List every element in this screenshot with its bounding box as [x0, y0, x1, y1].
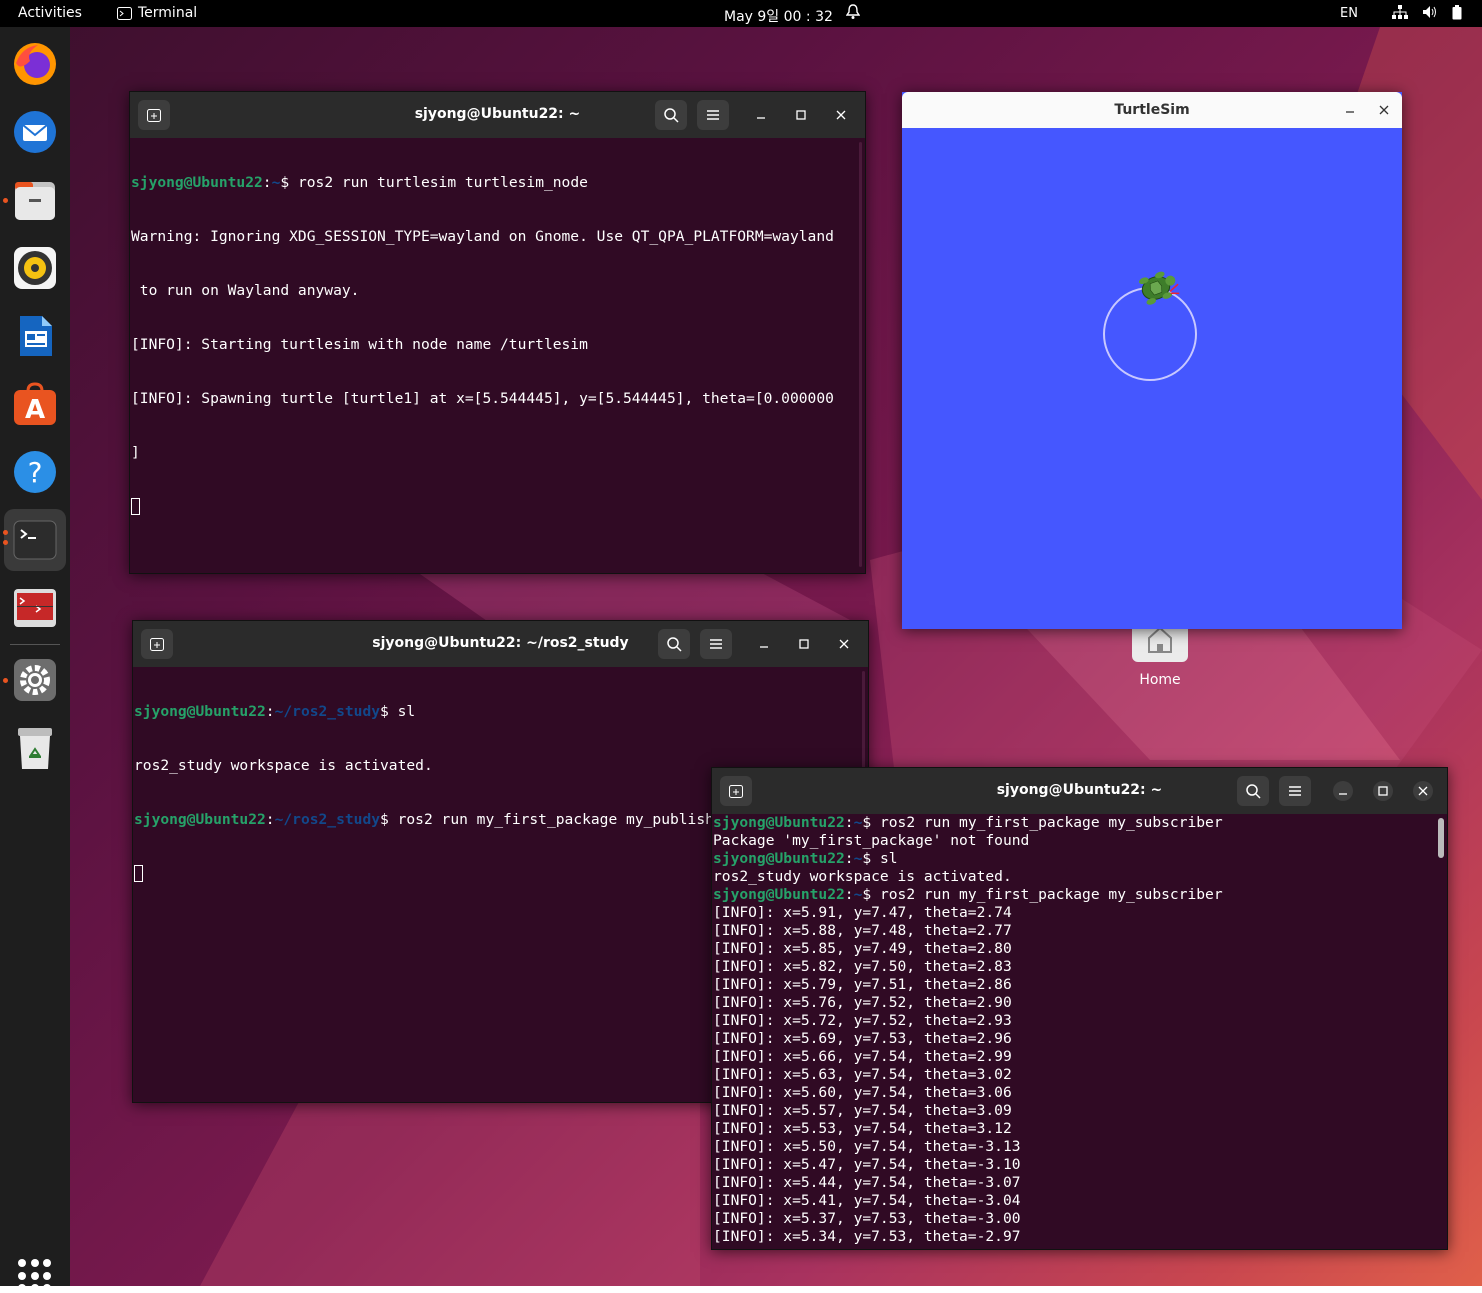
- terminal-line: [INFO]: x=5.63, y=7.54, theta=3.02: [713, 1066, 1012, 1083]
- terminal-icon: [117, 6, 132, 20]
- show-apps-button[interactable]: [18, 1259, 52, 1293]
- dock-separator: [10, 644, 60, 645]
- firefox-icon[interactable]: [12, 41, 58, 87]
- minimize-button[interactable]: [751, 105, 771, 125]
- terminal-line: ]: [131, 444, 140, 461]
- terminal-line: sjyong@Ubuntu22:~$ ros2 run my_first_pac…: [713, 814, 1223, 831]
- rhythmbox-icon[interactable]: [12, 245, 58, 291]
- window-title: TurtleSim: [1114, 102, 1190, 118]
- terminal-line: sjyong@Ubuntu22:~$ ros2 run my_first_pac…: [713, 886, 1223, 903]
- terminal-line: [INFO]: x=5.34, y=7.53, theta=-2.97: [713, 1228, 1021, 1245]
- maximize-button[interactable]: [791, 105, 811, 125]
- clock[interactable]: May 9일 00 : 32: [724, 6, 833, 26]
- terminal-line: to run on Wayland anyway.: [131, 282, 360, 299]
- terminal-output[interactable]: sjyong@Ubuntu22:~$ ros2 run my_first_pac…: [713, 814, 1441, 1249]
- files-running-indicator: [3, 198, 8, 203]
- network-icon: [1392, 5, 1408, 19]
- search-button[interactable]: [658, 629, 690, 659]
- terminal-output[interactable]: sjyong@Ubuntu22:~$ ros2 run turtlesim tu…: [131, 138, 859, 573]
- terminal-line: Warning: Ignoring XDG_SESSION_TYPE=wayla…: [131, 228, 834, 245]
- app-center-icon[interactable]: A: [12, 381, 58, 427]
- settings-icon[interactable]: [12, 657, 58, 703]
- terminal-line: [INFO]: x=5.88, y=7.48, theta=2.77: [713, 922, 1012, 939]
- scrollbar[interactable]: [859, 142, 862, 567]
- libreoffice-writer-icon[interactable]: [12, 313, 58, 359]
- terminal-line: ros2_study workspace is activated.: [713, 868, 1012, 885]
- text-cursor: [131, 498, 140, 515]
- minimize-button[interactable]: [1340, 100, 1360, 120]
- terminal-headerbar: sjyong@Ubuntu22: ~: [712, 768, 1447, 814]
- files-icon[interactable]: [12, 177, 58, 223]
- dock: A ?: [0, 27, 70, 1293]
- terminal-window-turtlesim[interactable]: sjyong@Ubuntu22: ~ sjyong@Ubuntu22:~$ ro…: [129, 91, 866, 574]
- terminal-running-indicator-2: [3, 540, 8, 545]
- terminal-headerbar: sjyong@Ubuntu22: ~: [130, 92, 865, 138]
- terminal-line: sjyong@Ubuntu22:~$ ros2 run turtlesim tu…: [131, 174, 588, 191]
- close-button[interactable]: [1413, 781, 1433, 801]
- app-menu[interactable]: Terminal: [117, 5, 197, 21]
- menu-button[interactable]: [697, 100, 729, 130]
- bell-icon[interactable]: [845, 4, 861, 24]
- terminal-line: [INFO]: x=5.79, y=7.51, theta=2.86: [713, 976, 1012, 993]
- help-icon[interactable]: ?: [12, 449, 58, 495]
- app-menu-label: Terminal: [138, 5, 198, 21]
- terminal-line: [INFO]: x=5.50, y=7.54, theta=-3.13: [713, 1138, 1021, 1155]
- maximize-button[interactable]: [794, 634, 814, 654]
- terminal-line: [INFO]: x=5.37, y=7.53, theta=-3.00: [713, 1210, 1021, 1227]
- terminal-line: [INFO]: x=5.72, y=7.52, theta=2.93: [713, 1012, 1012, 1029]
- terminal-line: [INFO]: Starting turtlesim with node nam…: [131, 336, 588, 353]
- turtle-icon: [1138, 271, 1180, 305]
- svg-text:?: ?: [28, 456, 43, 489]
- terminal-line: [INFO]: x=5.41, y=7.54, theta=-3.04: [713, 1192, 1021, 1209]
- terminal-line: [INFO]: x=5.53, y=7.54, theta=3.12: [713, 1120, 1012, 1137]
- trash-icon[interactable]: [12, 725, 58, 771]
- scrollbar-thumb[interactable]: [1438, 818, 1444, 858]
- menu-button[interactable]: [700, 629, 732, 659]
- terminal-line: [INFO]: x=5.66, y=7.54, theta=2.99: [713, 1048, 1012, 1065]
- terminal-line: [INFO]: x=5.91, y=7.47, theta=2.74: [713, 904, 1012, 921]
- terminal-window-subscriber[interactable]: sjyong@Ubuntu22: ~ sjyong@Ubuntu22:~$ ro…: [711, 767, 1448, 1250]
- terminal-line: [INFO]: x=5.60, y=7.54, theta=3.06: [713, 1084, 1012, 1101]
- terminal-line: [INFO]: x=5.69, y=7.53, theta=2.96: [713, 1030, 1012, 1047]
- home-label: Home: [1139, 672, 1181, 688]
- terminal-line: Package 'my_first_package' not found: [713, 832, 1030, 849]
- battery-icon: [1452, 5, 1462, 20]
- close-button[interactable]: [1374, 100, 1394, 120]
- turtlesim-headerbar: TurtleSim: [902, 92, 1402, 128]
- home-desktop-icon[interactable]: Home: [1120, 620, 1200, 688]
- turtlesim-canvas: [1103, 271, 1197, 381]
- turtlesim-window[interactable]: TurtleSim: [902, 92, 1402, 629]
- close-button[interactable]: [834, 634, 854, 654]
- system-monitor-icon[interactable]: [12, 585, 58, 631]
- top-bar: Activities Terminal May 9일 00 : 32 EN: [0, 0, 1482, 27]
- minimize-button[interactable]: [1333, 781, 1353, 801]
- terminal-line: [INFO]: x=5.47, y=7.54, theta=-3.10: [713, 1156, 1021, 1173]
- maximize-button[interactable]: [1373, 781, 1393, 801]
- thunderbird-icon[interactable]: [12, 109, 58, 155]
- terminal-app-icon[interactable]: [12, 517, 58, 563]
- text-cursor: [134, 865, 143, 882]
- minimize-button[interactable]: [754, 634, 774, 654]
- terminal-cursor-line: [131, 498, 859, 516]
- terminal-running-indicator: [3, 530, 8, 535]
- volume-icon: [1423, 6, 1436, 18]
- terminal-line: [INFO]: x=5.57, y=7.54, theta=3.09: [713, 1102, 1012, 1119]
- settings-running-indicator: [3, 678, 8, 683]
- system-tray[interactable]: [1392, 5, 1462, 20]
- svg-text:A: A: [25, 395, 45, 425]
- terminal-line: [INFO]: x=5.76, y=7.52, theta=2.90: [713, 994, 1012, 1011]
- menu-button[interactable]: [1279, 776, 1311, 806]
- activities-button[interactable]: Activities: [18, 5, 82, 21]
- search-button[interactable]: [655, 100, 687, 130]
- terminal-headerbar: sjyong@Ubuntu22: ~/ros2_study: [133, 621, 868, 667]
- terminal-line: sjyong@Ubuntu22:~$ sl: [713, 850, 898, 867]
- terminal-line: [INFO]: x=5.82, y=7.50, theta=2.83: [713, 958, 1012, 975]
- search-button[interactable]: [1237, 776, 1269, 806]
- terminal-line: [INFO]: Spawning turtle [turtle1] at x=[…: [131, 390, 834, 407]
- terminal-line: [INFO]: x=5.85, y=7.49, theta=2.80: [713, 940, 1012, 957]
- terminal-line: sjyong@Ubuntu22:~/ros2_study$ sl: [134, 703, 416, 720]
- close-button[interactable]: [831, 105, 851, 125]
- terminal-line: [INFO]: x=5.44, y=7.54, theta=-3.07: [713, 1174, 1021, 1191]
- keyboard-layout-indicator[interactable]: EN: [1340, 6, 1358, 21]
